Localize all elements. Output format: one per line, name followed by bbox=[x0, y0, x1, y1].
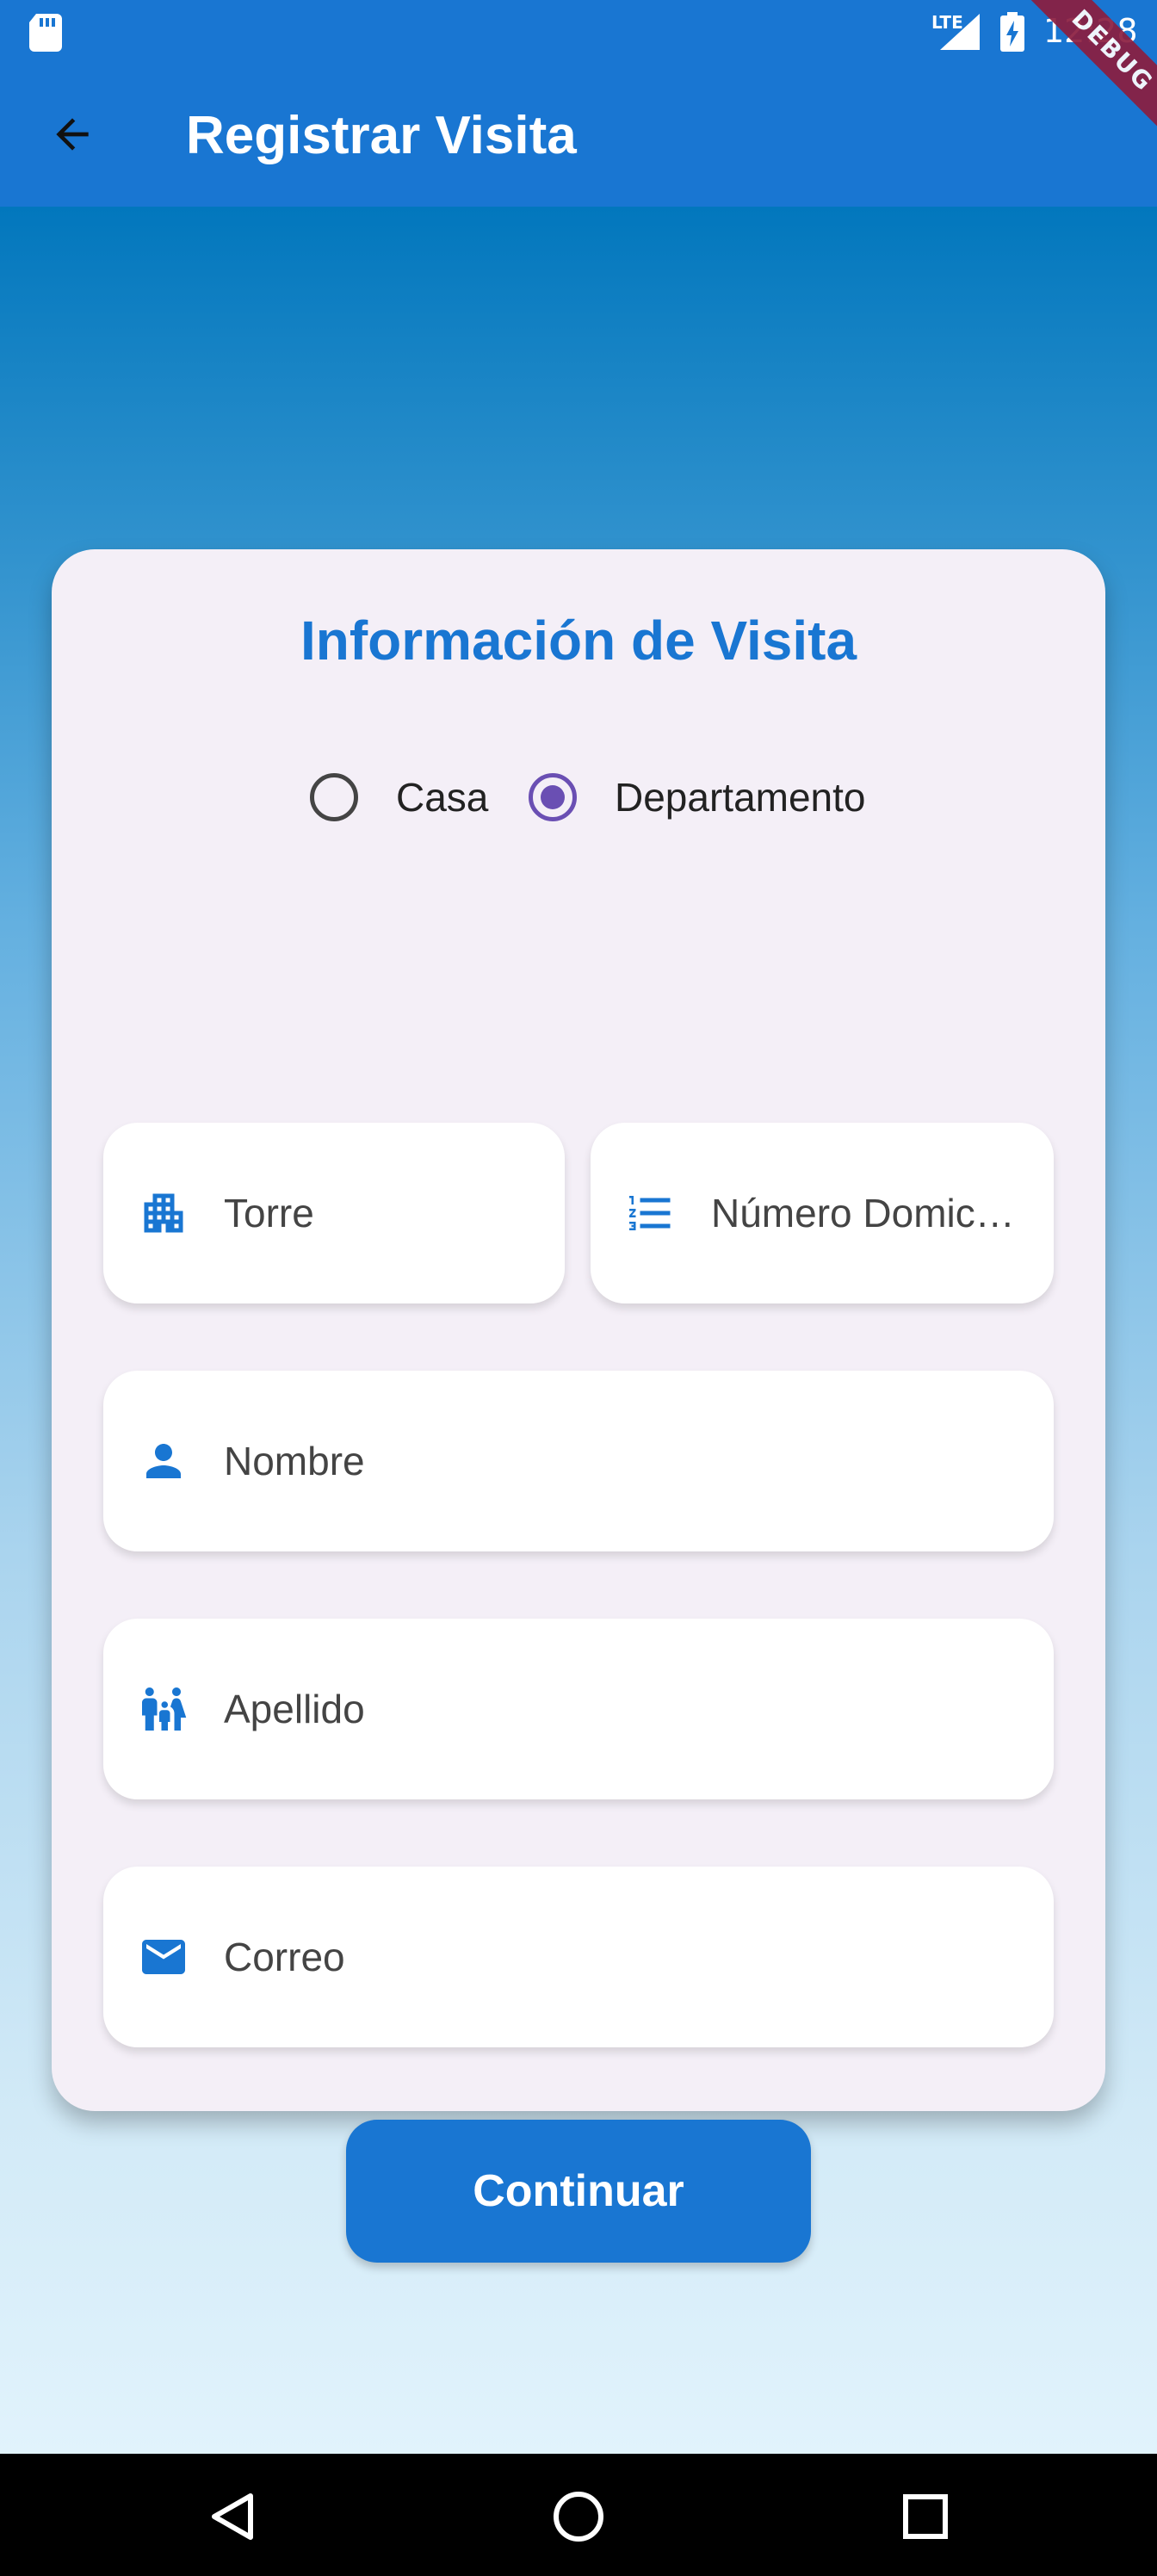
form-title: Información de Visita bbox=[300, 610, 857, 672]
continue-button[interactable]: Continuar bbox=[346, 2120, 811, 2263]
nombre-input[interactable] bbox=[224, 1414, 1019, 1508]
nav-recents-button[interactable] bbox=[887, 2478, 964, 2555]
top-bar: LTE 12:28 DEBUG Registrar Visita bbox=[0, 0, 1157, 207]
apellido-field[interactable] bbox=[103, 1619, 1054, 1799]
residence-type-group: Casa Departamento bbox=[52, 765, 1105, 833]
back-button[interactable] bbox=[34, 96, 110, 172]
nombre-field[interactable] bbox=[103, 1371, 1054, 1551]
correo-input[interactable] bbox=[224, 1910, 1019, 2004]
main-content: Información de Visita Casa Departamento bbox=[0, 207, 1157, 2454]
app-bar: Registrar Visita bbox=[0, 65, 1157, 207]
apellido-input[interactable] bbox=[224, 1662, 1019, 1756]
arrow-back-icon bbox=[56, 118, 89, 151]
sd-card-icon bbox=[29, 14, 62, 52]
radio-departamento[interactable] bbox=[529, 773, 577, 821]
torre-field[interactable] bbox=[103, 1123, 565, 1303]
visit-form-card: Información de Visita Casa Departamento bbox=[52, 549, 1105, 2263]
email-icon bbox=[142, 1940, 185, 1974]
status-bar: LTE 12:28 DEBUG bbox=[0, 0, 1157, 170]
person-icon bbox=[146, 1444, 181, 1478]
numero-domicilio-field[interactable] bbox=[591, 1123, 1054, 1303]
torre-input[interactable] bbox=[224, 1166, 530, 1260]
circle-home-icon bbox=[554, 2492, 603, 2542]
battery-charging-icon bbox=[1000, 12, 1024, 52]
nav-back-button[interactable] bbox=[193, 2478, 270, 2555]
triangle-back-icon bbox=[212, 2493, 253, 2540]
nav-home-button[interactable] bbox=[540, 2478, 617, 2555]
radio-departamento-label[interactable]: Departamento bbox=[615, 765, 866, 830]
correo-field[interactable] bbox=[103, 1867, 1054, 2047]
system-nav-bar bbox=[0, 2454, 1157, 2576]
page-title: Registrar Visita bbox=[186, 106, 577, 165]
signal-icon bbox=[940, 14, 980, 50]
radio-casa[interactable] bbox=[310, 773, 358, 821]
square-recents-icon bbox=[903, 2494, 948, 2539]
building-icon bbox=[144, 1193, 183, 1233]
family-icon bbox=[142, 1687, 187, 1731]
numero-domicilio-input[interactable] bbox=[711, 1166, 1019, 1260]
radio-casa-label[interactable]: Casa bbox=[396, 765, 488, 830]
numbered-list-icon bbox=[629, 1196, 671, 1230]
